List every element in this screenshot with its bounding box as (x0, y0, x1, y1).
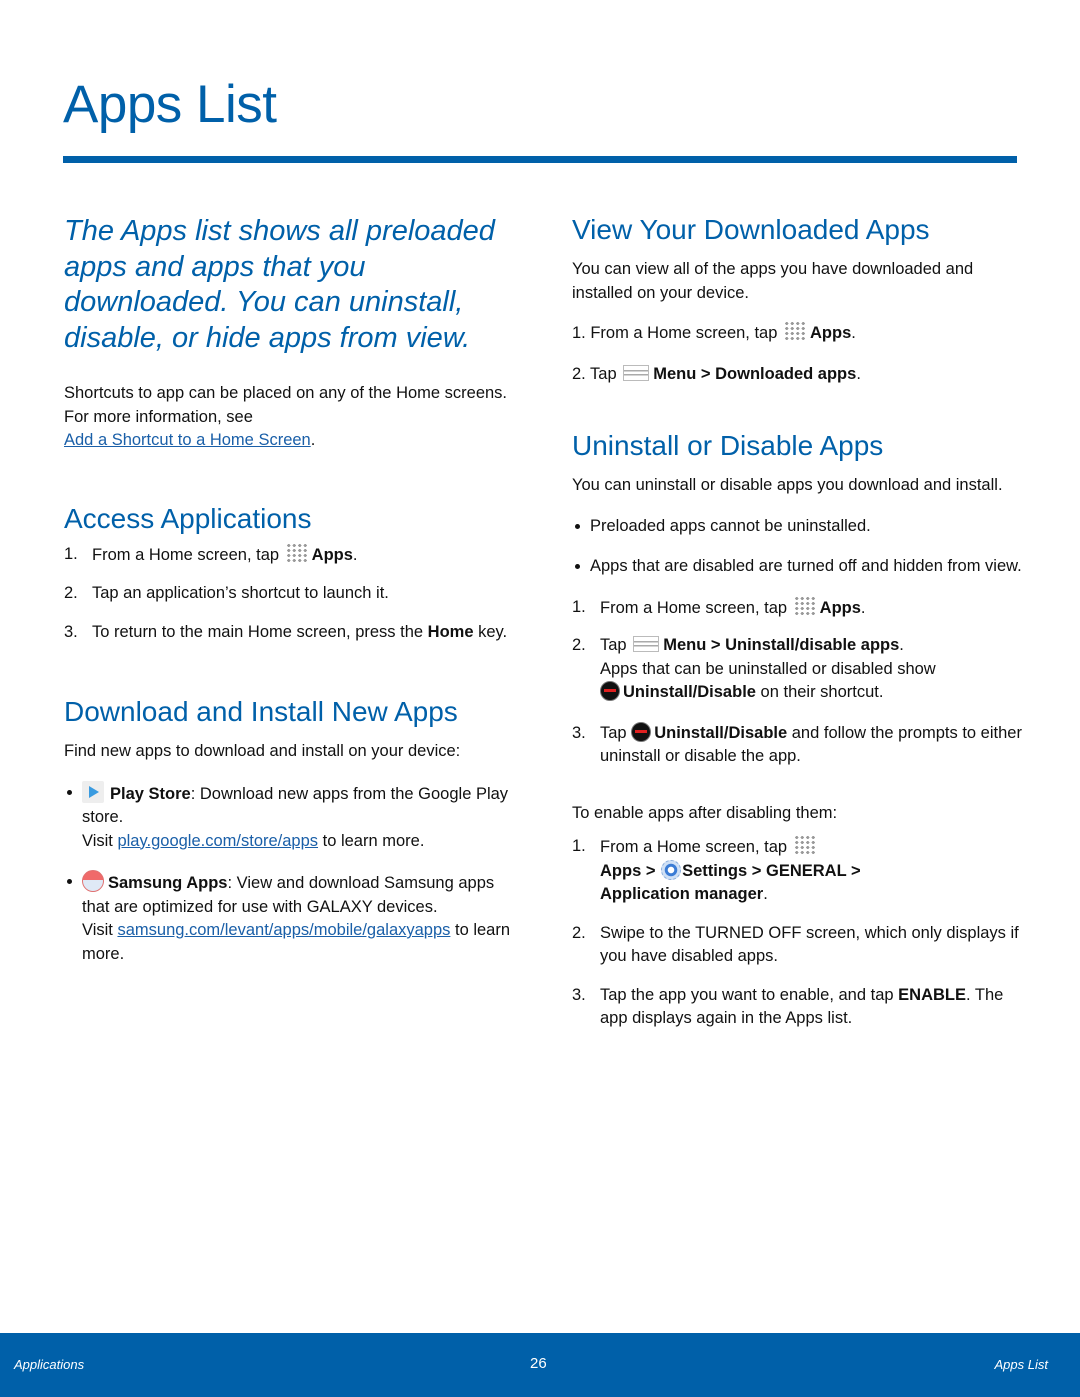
title-rule (63, 156, 1017, 163)
apps-grid-icon (784, 321, 807, 341)
list-item: Preloaded apps cannot be uninstalled. (572, 515, 1022, 539)
right-column: View Your Downloaded Apps You can view a… (572, 214, 1022, 1031)
uninstall-intro: You can uninstall or disable apps you do… (572, 476, 1003, 494)
access-heading: Access Applications (64, 502, 312, 534)
samsung-apps-icon (82, 870, 104, 892)
list-item: 1. From a Home screen, tap Apps. (64, 542, 358, 564)
list-item: 1. From a Home screen, tap Apps > Setting… (572, 835, 861, 903)
play-store-icon (82, 780, 104, 803)
download-intro: Find new apps to download and install on… (64, 742, 461, 760)
list-item: 3. Tap Uninstall/Disable and follow the p… (572, 721, 1022, 765)
play-store-link[interactable]: play.google.com/store/apps (117, 832, 318, 850)
uninstall-disable-icon (600, 681, 620, 701)
page-number: 26 (530, 1355, 547, 1372)
list-item: Play Store: Download new apps from the G… (64, 780, 514, 854)
footer-section: Applications (14, 1357, 85, 1372)
list-item: Apps that are disabled are turned off an… (572, 555, 1022, 579)
list-item: Samsung Apps: View and download Samsung … (64, 870, 514, 966)
page-footer: Applications 26 Apps List (0, 1333, 1080, 1397)
list-item: 3. To return to the main Home screen, pre… (64, 622, 508, 641)
settings-gear-icon (661, 859, 682, 880)
list-item: 2. Tap an application’s shortcut to launc… (64, 584, 389, 602)
left-column: The Apps list shows all preloaded apps a… (64, 214, 514, 966)
apps-grid-icon (285, 542, 308, 563)
menu-icon (633, 636, 660, 652)
footer-chapter: Apps List (994, 1357, 1048, 1372)
list-item: 1. From a Home screen, tap Apps. (572, 595, 866, 617)
downloaded-step-2: 2. Tap Menu > Downloaded apps. (572, 364, 861, 383)
samsung-apps-link[interactable]: samsung.com/levant/apps/mobile/galaxyapp… (117, 921, 450, 939)
uninstall-heading: Uninstall or Disable Apps (572, 430, 884, 461)
shortcut-paragraph: Shortcuts to app can be placed on any of… (64, 384, 508, 449)
list-item: 2. Swipe to the TURNED OFF screen, which … (572, 923, 1019, 966)
apps-grid-icon (793, 835, 816, 855)
downloaded-intro: You can view all of the apps you have do… (572, 260, 974, 302)
uninstall-disable-icon (631, 721, 652, 742)
menu-icon (623, 364, 650, 381)
downloaded-step-1: 1. From a Home screen, tap Apps. (572, 321, 1022, 346)
enable-intro: To enable apps after disabling them: (572, 803, 838, 822)
apps-grid-icon (793, 595, 816, 616)
uninstall-steps: 1. From a Home screen, tap Apps. 2. Tap Me… (572, 595, 1022, 769)
page-title: Apps List (63, 75, 277, 134)
shortcut-link[interactable]: Add a Shortcut to a Home Screen (64, 431, 311, 449)
uninstall-bullets: Preloaded apps cannot be uninstalled. Ap… (572, 515, 1022, 579)
access-steps: 1. From a Home screen, tap Apps. 2. Tap an… (64, 542, 514, 645)
download-heading: Download and Install New Apps (64, 696, 458, 727)
downloaded-heading: View Your Downloaded Apps (572, 214, 930, 245)
intro-text: The Apps list shows all preloaded apps a… (64, 215, 495, 354)
list-item: 2. Tap Menu > Uninstall/disable apps. App… (572, 636, 936, 701)
download-list: Play Store: Download new apps from the G… (64, 780, 514, 967)
list-item: 3. Tap the app you want to enable, and ta… (572, 985, 1004, 1028)
enable-steps: 1. From a Home screen, tap Apps > Setting… (572, 835, 1022, 1031)
